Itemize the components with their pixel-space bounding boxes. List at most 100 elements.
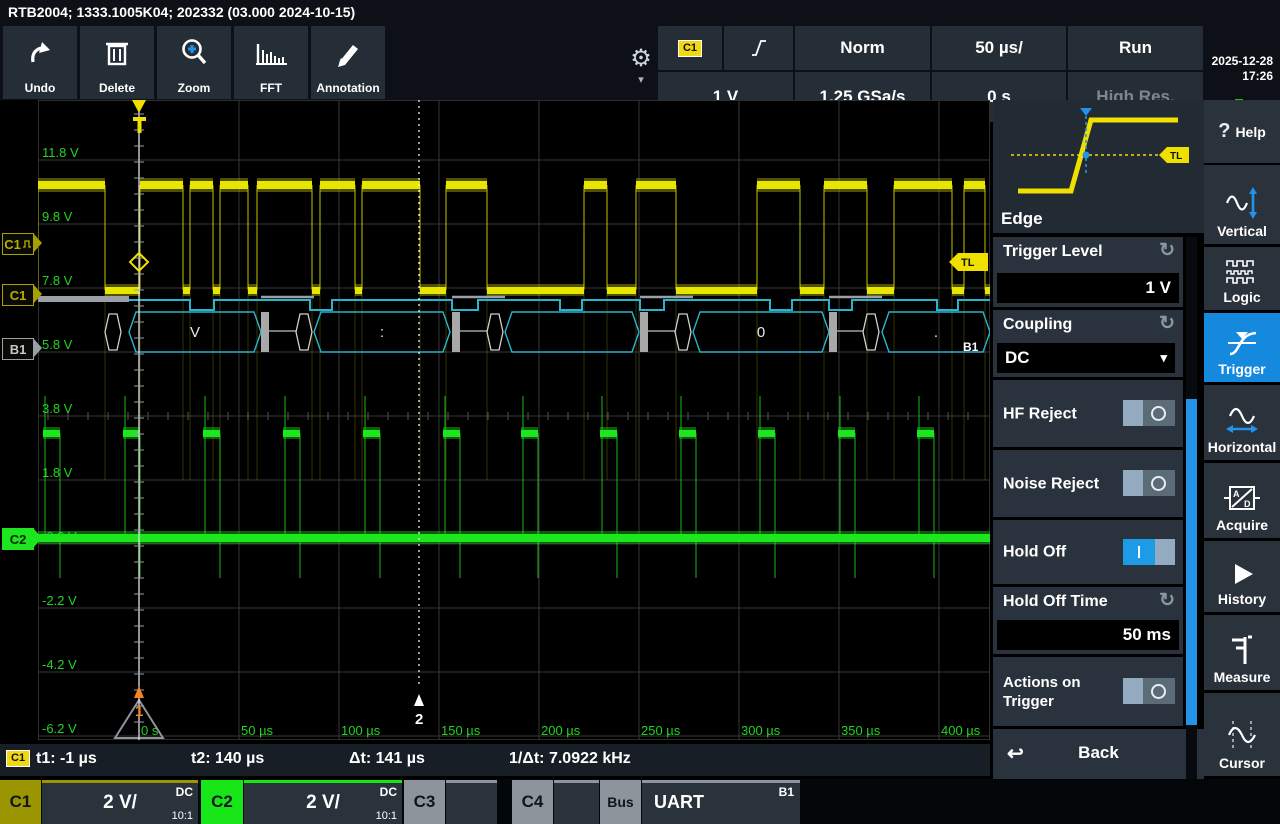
reset-icon[interactable]: ↻: [1159, 312, 1175, 335]
toolbar: Undo Delete Zoom: [0, 24, 1280, 100]
sidebar-item-trigger[interactable]: Trigger: [1204, 313, 1280, 382]
back-label: Back: [993, 743, 1204, 763]
cursor-results-bar: C1 t1: -1 µs t2: 140 µs Δt: 141 µs 1/Δt:…: [0, 744, 990, 776]
panel-scrollbar-thumb[interactable]: [1186, 399, 1197, 725]
svg-text::: :: [380, 324, 384, 341]
bus-info[interactable]: UART B1: [642, 780, 800, 824]
c4-tab-label: C4: [522, 792, 544, 812]
c2-position-marker[interactable]: C2: [2, 528, 34, 550]
timebase-cell[interactable]: 50 µs/: [932, 26, 1066, 70]
trash-icon: [100, 36, 134, 70]
settings-gear-button[interactable]: ⚙ ▾: [626, 42, 656, 100]
gear-icon: ⚙: [626, 42, 656, 76]
cursor-freq-readout: 1/Δt: 7.0922 kHz: [509, 750, 631, 768]
trigger-level-input[interactable]: 1 V: [997, 273, 1179, 303]
history-label: History: [1218, 591, 1266, 607]
undo-icon: [23, 36, 57, 70]
svg-text:.: .: [934, 324, 938, 341]
hold-off-time-row: Hold Off Time ↻ 50 ms: [993, 587, 1183, 654]
noise-reject-toggle[interactable]: [1123, 470, 1175, 496]
svg-text:300 µs: 300 µs: [741, 723, 781, 738]
sidebar-item-logic[interactable]: Logic: [1204, 247, 1280, 310]
sidebar-item-acquire[interactable]: A D Acquire: [1204, 463, 1280, 538]
channel-c1-info[interactable]: 2 V/ DC 10:1: [42, 780, 198, 824]
coupling-row: Coupling ↻ DC ▾: [993, 310, 1183, 377]
svg-text:50 µs: 50 µs: [241, 723, 274, 738]
trigger-slope-cell[interactable]: [724, 26, 793, 70]
cursor-icon: [1224, 718, 1260, 752]
device-title: RTB2004; 1333.1005K04; 202332 (03.000 20…: [8, 4, 355, 20]
trigger-label: Trigger: [1218, 361, 1265, 377]
svg-text:350 µs: 350 µs: [841, 723, 881, 738]
sidebar-item-cursor[interactable]: Cursor: [1204, 693, 1280, 776]
channel-c2-info[interactable]: 2 V/ DC 10:1: [244, 780, 402, 824]
delete-button[interactable]: Delete: [80, 26, 154, 99]
sidebar-item-horizontal[interactable]: Horizontal: [1204, 385, 1280, 460]
c2-attenuation-value: 10:1: [376, 810, 397, 822]
b1-position-marker[interactable]: B1: [2, 338, 34, 360]
svg-text:2: 2: [415, 711, 423, 728]
svg-text:150 µs: 150 µs: [441, 723, 481, 738]
pencil-icon: [331, 36, 365, 70]
annotation-button[interactable]: Annotation: [311, 26, 385, 99]
svg-text:11.8 V: 11.8 V: [42, 145, 79, 160]
channel-c3-tab[interactable]: C3: [404, 780, 445, 824]
back-button[interactable]: ↩ Back: [993, 729, 1204, 779]
svg-text:0: 0: [757, 324, 765, 341]
fft-spectrum-icon: [251, 36, 291, 70]
title-bar: RTB2004; 1333.1005K04; 202332 (03.000 20…: [0, 0, 1280, 24]
b1-position-label: B1: [10, 342, 27, 357]
zoom-button[interactable]: Zoom: [157, 26, 231, 99]
cursor-t1-readout: t1: -1 µs: [36, 750, 97, 768]
channel-c4-tab[interactable]: C4: [512, 780, 553, 824]
horizontal-icon: [1224, 404, 1260, 436]
trigger-type-header[interactable]: TL Edge: [993, 100, 1204, 233]
svg-text:-2.2 V: -2.2 V: [42, 593, 77, 608]
c1-bus-source-marker[interactable]: C1: [2, 233, 34, 255]
acquire-label: Acquire: [1216, 517, 1268, 533]
zoom-magnifier-icon: [177, 36, 211, 70]
cursor-source-badge: C1: [6, 750, 30, 767]
coupling-select[interactable]: DC ▾: [997, 343, 1175, 373]
channel-c2-tab[interactable]: C2: [201, 780, 243, 824]
actions-on-trigger-label: Actions on Trigger: [1003, 673, 1113, 711]
coupling-label: Coupling: [1003, 316, 1072, 334]
channel-c3-info[interactable]: [446, 780, 497, 824]
measure-label: Measure: [1214, 669, 1271, 685]
actions-on-trigger-toggle[interactable]: [1123, 678, 1175, 704]
c1-position-label: C1: [10, 288, 27, 303]
reset-icon[interactable]: ↻: [1159, 239, 1175, 262]
bus-tab[interactable]: Bus: [600, 780, 641, 824]
sidebar-item-help[interactable]: ? Help: [1204, 100, 1280, 163]
trigger-source-cell[interactable]: C1: [658, 26, 722, 70]
tl-flag-label: TL: [1170, 151, 1182, 162]
noise-reject-row: Noise Reject: [993, 450, 1183, 517]
channel-c4-info[interactable]: [554, 780, 599, 824]
svg-text:100 µs: 100 µs: [341, 723, 381, 738]
bus-tab-label: Bus: [607, 794, 633, 810]
channel-c1-tab[interactable]: C1: [0, 780, 41, 824]
hold-off-time-label: Hold Off Time: [1003, 593, 1108, 611]
hf-reject-toggle[interactable]: [1123, 400, 1175, 426]
hold-off-time-input[interactable]: 50 ms: [997, 620, 1179, 650]
sidebar-item-measure[interactable]: Measure: [1204, 615, 1280, 690]
acquisition-state-cell[interactable]: Run: [1068, 26, 1203, 70]
logic-label: Logic: [1223, 289, 1260, 305]
c1-position-marker[interactable]: C1: [2, 284, 34, 306]
fft-button[interactable]: FFT: [234, 26, 308, 99]
sidebar-item-history[interactable]: History: [1204, 541, 1280, 612]
svg-text:5.8 V: 5.8 V: [42, 337, 73, 352]
reset-icon[interactable]: ↻: [1159, 589, 1175, 612]
c2-tab-label: C2: [211, 792, 233, 812]
undo-button[interactable]: Undo: [3, 26, 77, 99]
vertical-icon: [1224, 186, 1260, 220]
svg-text:A: A: [1233, 489, 1240, 499]
trigger-type-label: Edge: [1001, 209, 1043, 229]
hold-off-toggle[interactable]: [1123, 539, 1175, 565]
trigger-mode-cell[interactable]: Norm: [795, 26, 930, 70]
bus-type-value: UART: [654, 792, 704, 813]
sidebar-item-vertical[interactable]: Vertical: [1204, 165, 1280, 244]
horizontal-label: Horizontal: [1208, 439, 1276, 455]
chevron-down-icon: ▾: [626, 76, 656, 84]
svg-text:B1: B1: [963, 340, 979, 354]
